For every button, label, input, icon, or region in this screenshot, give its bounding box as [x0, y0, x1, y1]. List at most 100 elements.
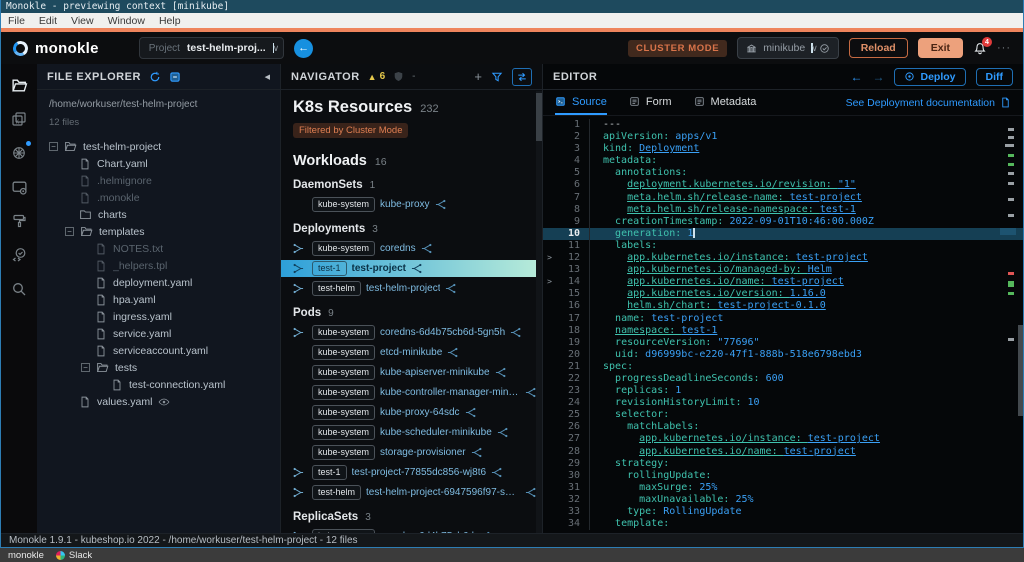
file-tree-item[interactable]: NOTES.txt: [37, 240, 280, 257]
tab-form[interactable]: Form: [629, 90, 672, 115]
code-line[interactable]: 30 rollingUpdate:: [543, 470, 1023, 482]
project-selector[interactable]: Project test-helm-proj... ∨: [139, 37, 284, 59]
resource-row[interactable]: kube-systemkube-scheduler-minikube: [293, 424, 536, 441]
code-editor[interactable]: 1---2apiVersion: apps/v13kind: Deploymen…: [543, 116, 1023, 533]
resource-row[interactable]: kube-systemkube-apiserver-minikube: [293, 364, 536, 381]
documentation-link[interactable]: See Deployment documentation: [846, 97, 1011, 109]
navigator-kind-title[interactable]: Deployments3: [293, 223, 536, 235]
code-line[interactable]: 7 meta.helm.sh/release-name: test-projec…: [543, 192, 1023, 204]
code-line[interactable]: 10 generation: 1: [543, 228, 1023, 240]
resource-row[interactable]: kube-systemkube-proxy: [293, 196, 536, 213]
code-line[interactable]: >14 app.kubernetes.io/name: test-project: [543, 276, 1023, 288]
navigator-kind-title[interactable]: DaemonSets1: [293, 179, 536, 191]
resource-row[interactable]: kube-systemkube-controller-manager-minik…: [293, 384, 536, 401]
navigator-kind-title[interactable]: ReplicaSets3: [293, 511, 536, 523]
code-line[interactable]: 3kind: Deployment: [543, 143, 1023, 155]
collapse-all-icon[interactable]: [169, 71, 181, 83]
resource-row[interactable]: kube-systemcoredns-6d4b75cb6d-5gn5h: [293, 324, 536, 341]
rail-kustomize[interactable]: k: [4, 104, 34, 134]
warning-icon[interactable]: ▲: [368, 72, 377, 82]
code-line[interactable]: 4metadata:: [543, 155, 1023, 167]
code-line[interactable]: 17 name: test-project: [543, 313, 1023, 325]
diff-button[interactable]: Diff: [976, 68, 1014, 86]
resource-row[interactable]: test-1test-project: [281, 260, 542, 277]
expander-icon[interactable]: −: [49, 142, 58, 151]
code-line[interactable]: 15 app.kubernetes.io/version: 1.16.0: [543, 288, 1023, 300]
code-line[interactable]: 19 resourceVersion: "77696": [543, 337, 1023, 349]
file-tree-item[interactable]: −templates: [37, 223, 280, 240]
scrollbar-thumb[interactable]: [1018, 325, 1023, 417]
code-line[interactable]: 5 annotations:: [543, 167, 1023, 179]
navigator-kind-title[interactable]: Pods9: [293, 307, 536, 319]
refresh-icon[interactable]: [149, 71, 161, 83]
code-line[interactable]: 6 deployment.kubernetes.io/revision: "1": [543, 179, 1023, 191]
tab-metadata[interactable]: Metadata: [694, 90, 757, 115]
deploy-button[interactable]: Deploy: [894, 68, 965, 86]
editor-scrollbar[interactable]: [1018, 116, 1023, 533]
rail-helm[interactable]: [4, 138, 34, 168]
menu-edit[interactable]: Edit: [39, 15, 57, 27]
taskbar-monokle[interactable]: monokle: [8, 550, 44, 561]
code-line[interactable]: 33 type: RollingUpdate: [543, 506, 1023, 518]
file-tree-item[interactable]: charts: [37, 206, 280, 223]
resource-row[interactable]: kube-systemcoredns: [293, 240, 536, 257]
file-tree-item[interactable]: test-connection.yaml: [37, 376, 280, 393]
code-line[interactable]: 32 maxUnavailable: 25%: [543, 494, 1023, 506]
code-line[interactable]: 1---: [543, 119, 1023, 131]
file-tree-item[interactable]: deployment.yaml: [37, 274, 280, 291]
code-line[interactable]: 23 replicas: 1: [543, 385, 1023, 397]
menu-window[interactable]: Window: [108, 15, 145, 27]
filter-icon[interactable]: [491, 71, 503, 83]
code-line[interactable]: 21spec:: [543, 361, 1023, 373]
file-tree-item[interactable]: −tests: [37, 359, 280, 376]
resource-row[interactable]: test-helmtest-helm-project-6947596f97-sd…: [293, 484, 536, 501]
file-tree-item[interactable]: _helpers.tpl: [37, 257, 280, 274]
code-line[interactable]: 13 app.kubernetes.io/managed-by: Helm: [543, 264, 1023, 276]
resource-row[interactable]: kube-systemetcd-minikube: [293, 344, 536, 361]
code-line[interactable]: 31 maxSurge: 25%: [543, 482, 1023, 494]
more-menu-button[interactable]: ···: [997, 42, 1011, 54]
back-arrow-icon[interactable]: ←: [850, 70, 862, 84]
resource-row[interactable]: kube-systemstorage-provisioner: [293, 444, 536, 461]
plus-icon[interactable]: +: [474, 69, 482, 84]
code-line[interactable]: 24 revisionHistoryLimit: 10: [543, 397, 1023, 409]
code-line[interactable]: 29 strategy:: [543, 458, 1023, 470]
file-tree-item[interactable]: service.yaml: [37, 325, 280, 342]
layout-toggle-icon[interactable]: [512, 68, 532, 86]
code-line[interactable]: 34 template:: [543, 518, 1023, 530]
file-tree-item[interactable]: ingress.yaml: [37, 308, 280, 325]
rail-search[interactable]: [4, 274, 34, 304]
file-tree-item[interactable]: .helmignore: [37, 172, 280, 189]
code-line[interactable]: 8 meta.helm.sh/release-namespace: test-1: [543, 204, 1023, 216]
code-line[interactable]: 22 progressDeadlineSeconds: 600: [543, 373, 1023, 385]
file-tree-item[interactable]: −test-helm-project: [37, 138, 280, 155]
expander-icon[interactable]: −: [65, 227, 74, 236]
scrollbar-thumb[interactable]: [536, 93, 542, 141]
code-line[interactable]: 28 app.kubernetes.io/name: test-project: [543, 446, 1023, 458]
forward-arrow-icon[interactable]: →: [872, 70, 884, 84]
expander-icon[interactable]: −: [81, 363, 90, 372]
collapse-panel-icon[interactable]: ◀: [265, 73, 270, 81]
rail-preview[interactable]: [4, 172, 34, 202]
rail-validation[interactable]: [4, 240, 34, 270]
resource-row[interactable]: kube-systemcoredns-6d4b75cb6d: [293, 528, 536, 533]
menu-view[interactable]: View: [71, 15, 94, 27]
code-line[interactable]: 20 uid: d96999bc-e220-47f1-888b-518e6798…: [543, 349, 1023, 361]
code-line[interactable]: 18 namespace: test-1: [543, 325, 1023, 337]
notifications-button[interactable]: 4: [973, 41, 987, 55]
rail-templates[interactable]: [4, 206, 34, 236]
back-to-project-button[interactable]: ←: [294, 39, 313, 58]
code-line[interactable]: 26 matchLabels:: [543, 421, 1023, 433]
navigator-group-title[interactable]: Workloads16: [293, 153, 536, 169]
menu-help[interactable]: Help: [159, 15, 181, 27]
resource-row[interactable]: kube-systemkube-proxy-64sdc: [293, 404, 536, 421]
file-tree-item[interactable]: Chart.yaml: [37, 155, 280, 172]
code-line[interactable]: 27 app.kubernetes.io/instance: test-proj…: [543, 433, 1023, 445]
code-line[interactable]: 9 creationTimestamp: 2022-09-01T10:46:00…: [543, 216, 1023, 228]
taskbar-slack[interactable]: Slack: [56, 550, 92, 561]
navigator-scrollbar[interactable]: [536, 91, 542, 533]
cluster-selector[interactable]: minikube ∨: [737, 37, 839, 59]
code-line[interactable]: 16 helm.sh/chart: test-project-0.1.0: [543, 300, 1023, 312]
code-line[interactable]: 25 selector:: [543, 409, 1023, 421]
resource-row[interactable]: test-1test-project-77855dc856-wj8t6: [293, 464, 536, 481]
